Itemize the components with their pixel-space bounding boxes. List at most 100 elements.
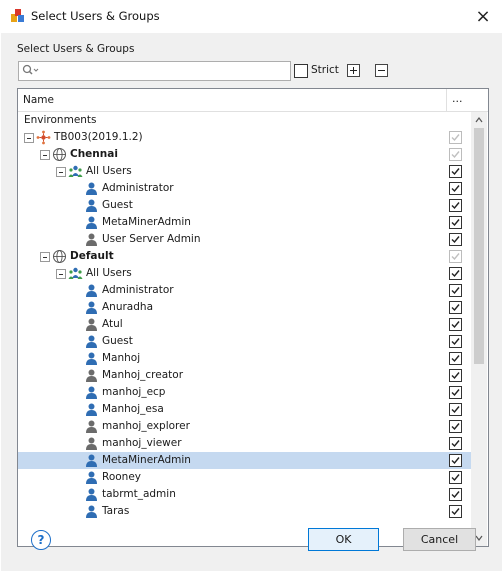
scrollbar-thumb[interactable] [474,128,484,364]
user-icon [86,488,97,501]
row-label: MetaMinerAdmin [102,454,191,466]
tree-row[interactable]: MetaMinerAdmin [18,452,471,469]
select-checkbox[interactable] [449,318,462,331]
select-checkbox[interactable] [449,267,462,280]
tree-row[interactable]: Default [18,248,471,265]
select-checkbox[interactable] [449,335,462,348]
select-checkbox[interactable] [449,386,462,399]
user-icon [86,471,97,484]
row-label: tabrmt_admin [102,488,176,500]
collapse-toggle[interactable] [56,167,66,177]
row-label: Manhoj_esa [102,403,164,415]
group-icon [68,165,83,177]
user-icon [86,335,97,348]
help-button[interactable]: ? [31,530,51,550]
group-icon [68,267,83,279]
user-icon [86,199,97,212]
expand-all-button[interactable] [347,64,360,77]
row-label: Taras [102,505,130,517]
collapse-toggle[interactable] [40,252,50,262]
select-checkbox[interactable] [449,301,462,314]
select-checkbox[interactable] [449,352,462,365]
tree-row[interactable]: Administrator [18,180,471,197]
row-label: User Server Admin [102,233,201,245]
select-checkbox[interactable] [449,488,462,501]
collapse-toggle[interactable] [40,150,50,160]
column-options-button[interactable]: ... [452,92,463,105]
tree-row[interactable]: All Users [18,163,471,180]
ok-button[interactable]: OK [308,528,379,551]
vertical-scrollbar[interactable] [471,112,487,546]
search-icon [22,64,39,75]
collapse-toggle[interactable] [56,269,66,279]
tree-row[interactable]: Manhoj_esa [18,401,471,418]
tree-row[interactable]: Guest [18,333,471,350]
tree-row[interactable]: Environments [18,112,471,129]
search-input[interactable] [18,61,291,81]
collapse-all-button[interactable] [375,64,388,77]
row-label: All Users [86,165,132,177]
select-checkbox[interactable] [449,199,462,212]
cancel-button[interactable]: Cancel [403,528,476,551]
close-icon: × [475,6,491,27]
users-tree-grid: Name ... Environments TB003(2019.1.2) Chen… [17,88,489,547]
select-checkbox[interactable] [449,437,462,450]
close-button[interactable]: × [463,0,503,33]
strict-checkbox[interactable] [294,64,308,78]
user-icon [86,352,97,365]
select-checkbox[interactable] [449,165,462,178]
user-icon [86,216,97,229]
row-label: TB003(2019.1.2) [54,131,143,143]
row-label: Administrator [102,182,174,194]
select-checkbox [449,250,462,263]
tree-row[interactable]: Chennai [18,146,471,163]
tree-row[interactable]: Taras [18,503,471,520]
strict-label: Strict [311,64,339,76]
scroll-up-icon[interactable] [474,115,484,125]
tree-row[interactable]: User Server Admin [18,231,471,248]
tree-row[interactable]: TB003(2019.1.2) [18,129,471,146]
globe-icon [53,148,66,161]
tree-row[interactable]: Manhoj [18,350,471,367]
select-checkbox[interactable] [449,403,462,416]
select-checkbox[interactable] [449,284,462,297]
select-checkbox[interactable] [449,505,462,518]
select-checkbox[interactable] [449,471,462,484]
select-checkbox[interactable] [449,369,462,382]
tree-row[interactable]: Rooney [18,469,471,486]
tree-row[interactable]: Guest [18,197,471,214]
tree-row[interactable]: manhoj_explorer [18,418,471,435]
select-checkbox [449,131,462,144]
tree-row[interactable]: All Users [18,265,471,282]
tree-row[interactable]: MetaMinerAdmin [18,214,471,231]
select-checkbox [449,148,462,161]
tree-row[interactable]: Atul [18,316,471,333]
user-icon [86,369,97,382]
user-icon [86,284,97,297]
user-icon [86,454,97,467]
row-label: Guest [102,199,133,211]
tree-row[interactable]: Manhoj_creator [18,367,471,384]
app-icon [11,9,24,22]
select-checkbox[interactable] [449,454,462,467]
select-checkbox[interactable] [449,182,462,195]
group-label: Select Users & Groups [17,43,135,55]
dialog-body: Select Users & Groups Strict Name ... En… [1,33,502,571]
tree-row[interactable]: Administrator [18,282,471,299]
row-label: Atul [102,318,123,330]
column-header-name[interactable]: Name [23,94,54,106]
tree-row[interactable]: tabrmt_admin [18,486,471,503]
user-icon [86,233,97,246]
tree-row[interactable]: Anuradha [18,299,471,316]
select-checkbox[interactable] [449,233,462,246]
tree-row[interactable]: manhoj_ecp [18,384,471,401]
row-label: Rooney [102,471,142,483]
user-icon [86,318,97,331]
select-checkbox[interactable] [449,216,462,229]
user-icon [86,403,97,416]
user-icon [86,420,97,433]
row-label: Manhoj [102,352,141,364]
collapse-toggle[interactable] [24,133,34,143]
select-checkbox[interactable] [449,420,462,433]
tree-row[interactable]: manhoj_viewer [18,435,471,452]
